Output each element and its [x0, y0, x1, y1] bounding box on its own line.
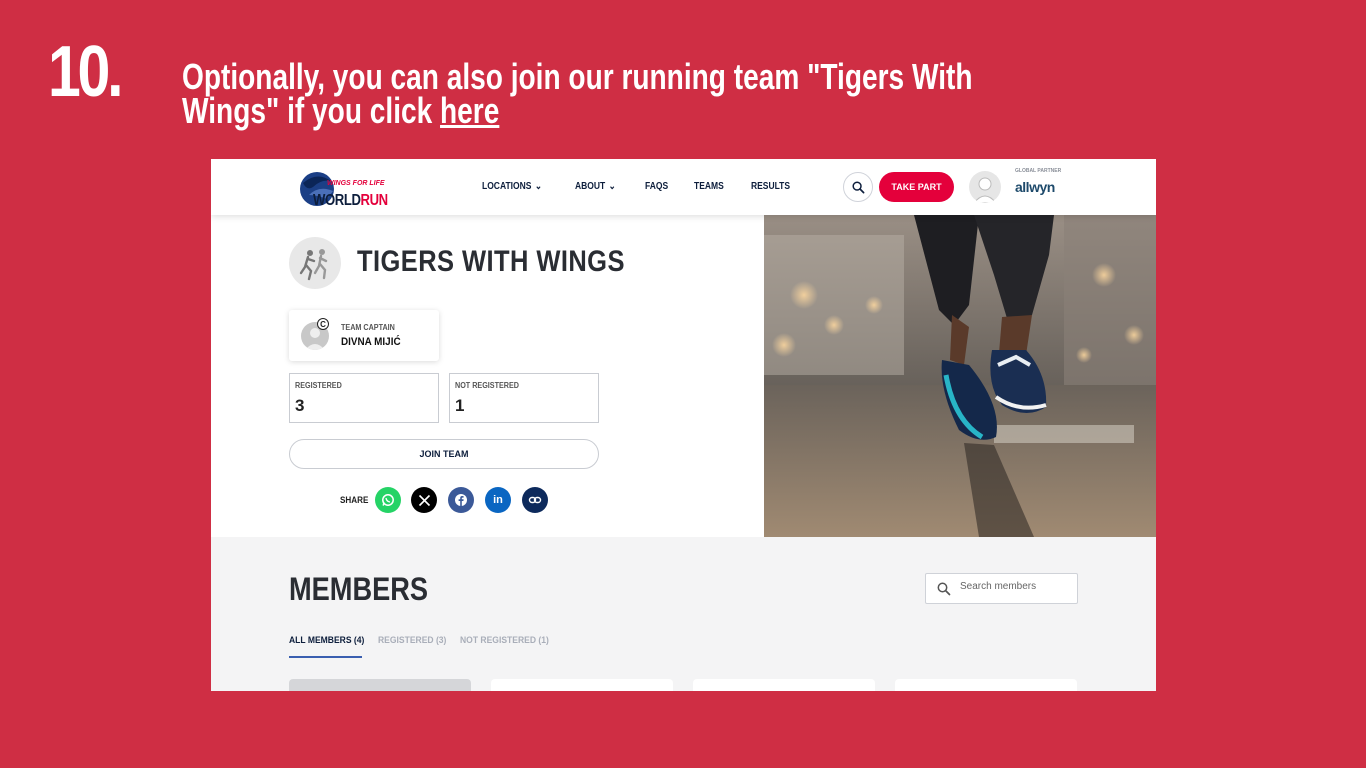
join-team-link[interactable]: here [440, 90, 499, 131]
runners-icon [299, 249, 328, 281]
captain-name: DIVNA MIJIĆ [341, 336, 401, 348]
take-part-button[interactable]: TAKE PART [879, 172, 954, 202]
members-section: MEMBERS ALL MEMBERS (4) REGISTERED (3) N… [211, 537, 1156, 691]
main-navigation: LOCATIONS ⌄ ABOUT ⌄ FAQS TEAMS RESULTS [482, 181, 819, 192]
registered-stat: REGISTERED 3 [289, 373, 439, 423]
tab-all-members[interactable]: ALL MEMBERS (4) [289, 635, 364, 646]
user-icon [973, 177, 997, 203]
stat-label: REGISTERED [295, 381, 342, 390]
instruction-text: Optionally, you can also join our runnin… [182, 59, 1040, 131]
instruction-sentence: Optionally, you can also join our runnin… [182, 56, 973, 131]
nav-faqs[interactable]: FAQS [645, 181, 668, 192]
member-card[interactable] [289, 679, 471, 691]
chevron-down-icon: ⌄ [534, 181, 542, 192]
chevron-down-icon: ⌄ [608, 181, 616, 192]
nav-label: TEAMS [693, 181, 724, 192]
site-navbar: WINGS FOR LIFE WORLDRUN LOCATIONS ⌄ ABOUT… [211, 159, 1156, 215]
step-number: 10. [48, 32, 124, 112]
tab-not-registered[interactable]: NOT REGISTERED (1) [460, 635, 549, 646]
wings-for-life-logo[interactable]: WINGS FOR LIFE WORLDRUN [297, 165, 397, 211]
link-icon[interactable] [522, 487, 548, 513]
nav-locations[interactable]: LOCATIONS ⌄ [482, 181, 542, 192]
search-icon [851, 180, 864, 193]
team-header: TIGERS WITH WINGS C TEAM CAPTAIN DIVNA M… [211, 215, 764, 537]
active-tab-indicator [289, 656, 362, 658]
logo-wordmark: WORLDRUN [313, 192, 388, 209]
stat-value: 1 [455, 396, 465, 415]
share-label: SHARE [340, 495, 369, 505]
captain-label: TEAM CAPTAIN [341, 323, 395, 332]
runner-hero-image [764, 215, 1156, 537]
members-title: MEMBERS [289, 571, 429, 607]
stat-label: NOT REGISTERED [455, 381, 520, 390]
nav-about[interactable]: ABOUT ⌄ [575, 181, 616, 192]
logo-top-text: WINGS FOR LIFE [327, 180, 385, 187]
team-captain-card[interactable]: C TEAM CAPTAIN DIVNA MIJIĆ [289, 310, 439, 361]
team-avatar [289, 237, 341, 289]
linkedin-icon[interactable]: in [485, 487, 511, 513]
captain-badge-icon: C [317, 318, 329, 330]
nav-label: ABOUT [574, 181, 605, 192]
x-icon[interactable] [411, 487, 437, 513]
partner-logo[interactable]: allwyn [1015, 179, 1055, 195]
member-search-box[interactable] [925, 573, 1078, 604]
search-icon [937, 582, 951, 596]
nav-teams[interactable]: TEAMS [694, 181, 724, 192]
not-registered-stat: NOT REGISTERED 1 [449, 373, 599, 423]
nav-results[interactable]: RESULTS [751, 181, 790, 192]
member-card[interactable] [895, 679, 1077, 691]
join-team-button[interactable]: JOIN TEAM [289, 439, 599, 469]
team-title: TIGERS WITH WINGS [357, 245, 625, 278]
team-page-screenshot: WINGS FOR LIFE WORLDRUN LOCATIONS ⌄ ABOUT… [211, 159, 1156, 691]
whatsapp-icon[interactable] [375, 487, 401, 513]
nav-label: FAQS [644, 181, 668, 192]
nav-label: RESULTS [750, 181, 790, 192]
nav-label: LOCATIONS [482, 181, 532, 192]
stat-value: 3 [295, 396, 305, 415]
tab-registered[interactable]: REGISTERED (3) [378, 635, 446, 646]
search-button[interactable] [843, 172, 873, 202]
member-card[interactable] [693, 679, 875, 691]
search-members-input[interactable] [960, 581, 1070, 592]
user-avatar[interactable] [969, 171, 1001, 203]
partner-label: GLOBAL PARTNER [1015, 168, 1062, 174]
facebook-icon[interactable] [448, 487, 474, 513]
member-card[interactable] [491, 679, 673, 691]
